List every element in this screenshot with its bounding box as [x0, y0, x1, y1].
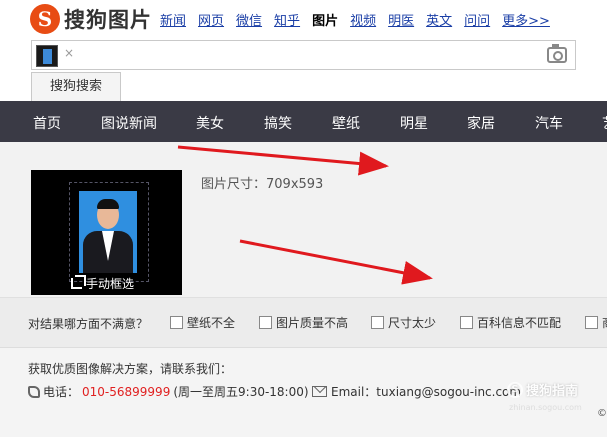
feedback-option-1[interactable]: 图片质量不高 [259, 314, 348, 331]
feedback-checkbox[interactable] [371, 316, 384, 329]
feedback-option-2[interactable]: 尺寸太少 [371, 314, 436, 331]
feedback-option-label: 商 [602, 314, 607, 331]
feedback-checkbox[interactable] [170, 316, 183, 329]
email-text[interactable]: Email：tuxiang@sogou-inc.com [331, 383, 521, 400]
feedback-bar: 对结果哪方面不满意？ 壁纸不全 图片质量不高 尺寸太少 百科信息不匹配 商 [0, 297, 607, 347]
phone-icon [28, 385, 40, 398]
feedback-option-label: 尺寸太少 [388, 316, 437, 330]
feedback-checkbox[interactable] [259, 316, 272, 329]
watermark-url: zhinan.sogou.com [509, 403, 582, 412]
feedback-option-0[interactable]: 壁纸不全 [170, 314, 235, 331]
watermark-logo-icon: S [507, 381, 523, 398]
feedback-option-label: 百科信息不匹配 [477, 316, 562, 330]
arrow-to-category-bar [177, 145, 389, 176]
contact-title: 获取优质图像解决方案，请联系我们： [28, 362, 233, 376]
feedback-checkbox[interactable] [585, 316, 598, 329]
email-row: Email：tuxiang@sogou-inc.com [312, 383, 521, 400]
phone-hours: (周一至周五9:30-18:00) [173, 385, 309, 399]
feedback-option-label: 壁纸不全 [187, 316, 236, 330]
feedback-option-label: 图片质量不高 [276, 316, 349, 330]
feedback-checkbox[interactable] [460, 316, 473, 329]
phone-label: 电话： [43, 385, 80, 399]
feedback-question: 对结果哪方面不满意？ [28, 317, 149, 331]
phone-row: 电话： 010-56899999 (周一至周五9:30-18:00) [28, 383, 309, 400]
contact-footer: 获取优质图像解决方案，请联系我们： 电话： 010-56899999 (周一至周… [0, 347, 607, 437]
arrow-to-preview [239, 239, 433, 285]
feedback-option-3[interactable]: 百科信息不匹配 [460, 314, 561, 331]
copyright-symbol: © [597, 408, 607, 419]
mail-icon [312, 386, 327, 397]
phone-number: 010-56899999 [82, 384, 171, 399]
feedback-option-4[interactable]: 商 [585, 314, 607, 331]
sogou-guide-watermark: S 搜狗指南 [507, 380, 578, 399]
watermark-text: 搜狗指南 [526, 384, 579, 399]
